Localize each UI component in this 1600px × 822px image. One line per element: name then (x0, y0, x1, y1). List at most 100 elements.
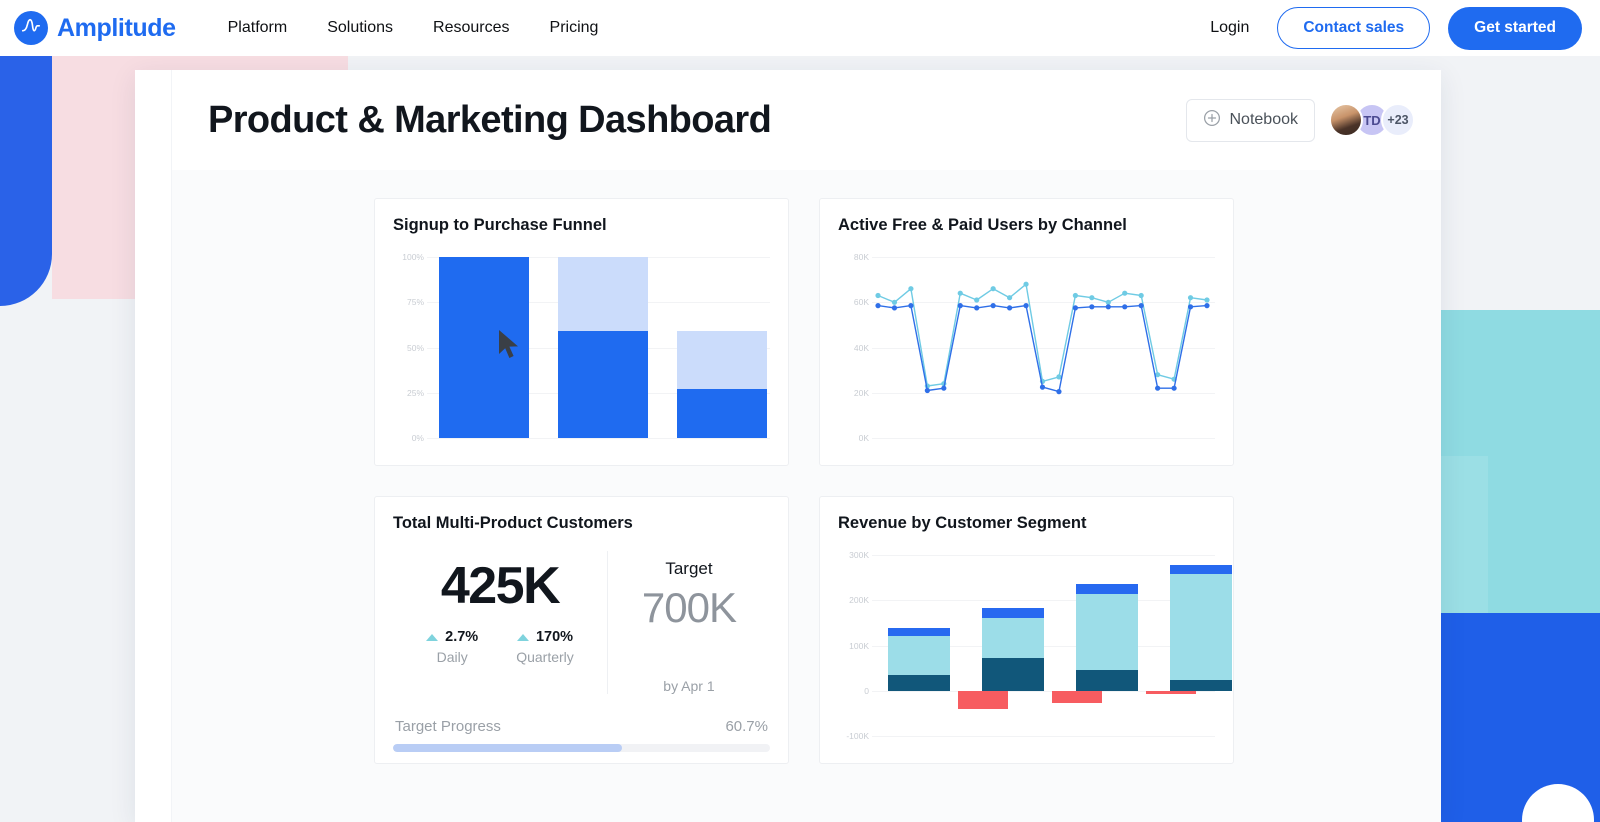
funnel-bar-remainder (558, 257, 648, 332)
line-data-point[interactable] (974, 305, 980, 311)
avatar-overflow[interactable]: +23 (1381, 103, 1415, 137)
line-data-point[interactable] (1122, 290, 1128, 296)
line-data-point[interactable] (1072, 292, 1079, 299)
axis-tick-label: 100% (402, 252, 424, 262)
metric-delta-quarterly-value: 170% (535, 629, 574, 646)
dashboard-sidebar (135, 70, 172, 822)
card-title-channel: Active Free & Paid Users by Channel (838, 216, 1127, 234)
axis-tick-label: 100K (849, 640, 869, 651)
line-data-point[interactable] (1204, 303, 1210, 309)
arrow-up-icon (516, 633, 529, 641)
line-data-point[interactable] (908, 303, 914, 309)
metric-row: 425K 2.7% Daily 170% Quarterly Target 70… (393, 541, 770, 696)
revenue-bar-segment (1170, 574, 1232, 680)
line-data-point[interactable] (1105, 304, 1111, 310)
metric-target-value: 700K (641, 584, 737, 631)
revenue-bar-segment (888, 674, 950, 691)
revenue-y-axis: 300K 200K 100K 0 -100K (838, 541, 872, 746)
revenue-bar-group[interactable] (1076, 541, 1138, 746)
top-navbar: Amplitude Platform Solutions Resources P… (0, 0, 1600, 56)
nav-link-pricing[interactable]: Pricing (550, 19, 599, 37)
line-data-point[interactable] (941, 385, 947, 391)
funnel-bar-value (558, 331, 648, 438)
nav-link-resources[interactable]: Resources (433, 19, 509, 37)
channel-plot-area (872, 243, 1213, 448)
nav-links: Platform Solutions Resources Pricing (228, 19, 599, 37)
line-data-point[interactable] (1006, 295, 1013, 301)
nav-link-platform[interactable]: Platform (228, 19, 288, 37)
line-data-point[interactable] (1023, 303, 1029, 309)
revenue-bar-chart[interactable]: 300K 200K 100K 0 -100K (838, 541, 1232, 746)
line-data-point[interactable] (891, 305, 898, 311)
card-multiproduct-customers[interactable]: Total Multi-Product Customers 425K 2.7% (374, 496, 789, 764)
axis-tick-label: 20K (853, 387, 869, 398)
decoration-white-circle (1522, 784, 1594, 822)
metric-delta-daily-label: Daily (436, 649, 468, 666)
funnel-chart[interactable]: 0% 25% 50% 75% 100% (393, 243, 770, 448)
avatar-photo[interactable] (1329, 103, 1363, 137)
line-data-point[interactable] (1072, 305, 1079, 311)
line-data-point[interactable] (1006, 305, 1013, 311)
line-data-point[interactable] (1155, 385, 1161, 391)
funnel-plot-area (435, 243, 767, 448)
line-data-point[interactable] (974, 297, 980, 303)
dashboard-header: Product & Marketing Dashboard Notebook T… (172, 70, 1441, 170)
channel-y-axis: 80K 60K 40K 20K 0K (838, 243, 872, 448)
line-data-point[interactable] (957, 290, 963, 296)
funnel-bar[interactable] (558, 243, 648, 448)
axis-tick-label: 60K (853, 297, 869, 308)
dashboard-body: Signup to Purchase Funnel 0% 25% 50% 75% 100… (172, 170, 1441, 822)
line-data-point[interactable] (1039, 384, 1046, 390)
line-data-point[interactable] (1187, 295, 1194, 301)
card-active-users[interactable]: Active Free & Paid Users by Channel 80K 6… (819, 198, 1234, 466)
line-data-point[interactable] (990, 303, 996, 309)
decoration-blue-band (0, 56, 52, 306)
nav-link-solutions[interactable]: Solutions (327, 19, 393, 37)
axis-tick-label: 200K (849, 595, 869, 606)
line-data-point[interactable] (1138, 303, 1144, 309)
funnel-bar[interactable] (677, 243, 767, 448)
revenue-bar-group[interactable] (888, 541, 950, 746)
metric-value: 425K (440, 557, 561, 615)
line-data-point[interactable] (924, 387, 930, 394)
axis-tick-label: 75% (406, 297, 424, 308)
brand-name: Amplitude (57, 13, 176, 42)
card-signup-funnel[interactable]: Signup to Purchase Funnel 0% 25% 50% 75% 100… (374, 198, 789, 466)
line-data-point[interactable] (1056, 389, 1062, 395)
line-data-point[interactable] (1138, 292, 1144, 299)
line-data-point[interactable] (1171, 385, 1177, 391)
revenue-bar-group[interactable] (982, 541, 1044, 746)
login-link[interactable]: Login (1210, 19, 1249, 37)
page-title: Product & Marketing Dashboard (208, 98, 772, 141)
line-data-point[interactable] (1023, 281, 1029, 287)
revenue-bar-segment (888, 628, 950, 637)
avatar-group: TD +23 (1329, 103, 1415, 137)
line-data-point[interactable] (1187, 304, 1194, 310)
line-data-point[interactable] (957, 303, 963, 309)
metric-delta-quarterly-label: Quarterly (516, 649, 574, 666)
line-data-point[interactable] (1089, 304, 1095, 310)
notebook-button[interactable]: Notebook (1185, 98, 1315, 142)
progress-label: Target Progress (395, 717, 501, 735)
line-data-point[interactable] (1105, 299, 1111, 305)
line-data-point[interactable] (1089, 295, 1095, 301)
revenue-bar-group[interactable] (1170, 541, 1232, 746)
line-data-point[interactable] (908, 286, 914, 292)
channel-line-chart[interactable]: 80K 60K 40K 20K 0K (838, 243, 1215, 448)
line-data-point[interactable] (1204, 297, 1210, 303)
page-root: Amplitude Platform Solutions Resources P… (0, 0, 1600, 822)
progress-bar-track (393, 743, 770, 752)
revenue-bar-segment (1170, 565, 1232, 575)
line-data-point[interactable] (891, 299, 898, 305)
get-started-button[interactable]: Get started (1448, 6, 1582, 50)
line-data-point[interactable] (1122, 304, 1128, 310)
line-data-point[interactable] (875, 292, 881, 299)
brand-logo[interactable]: Amplitude (14, 11, 176, 45)
card-revenue-segment[interactable]: Revenue by Customer Segment 300K 200K 100K… (819, 496, 1234, 764)
revenue-bar-segment (1076, 584, 1138, 595)
nav-actions: Login Contact sales Get started (1210, 6, 1582, 50)
contact-sales-button[interactable]: Contact sales (1277, 7, 1431, 49)
card-title-metric: Total Multi-Product Customers (393, 514, 633, 532)
line-data-point[interactable] (990, 286, 996, 292)
line-data-point[interactable] (875, 303, 881, 309)
